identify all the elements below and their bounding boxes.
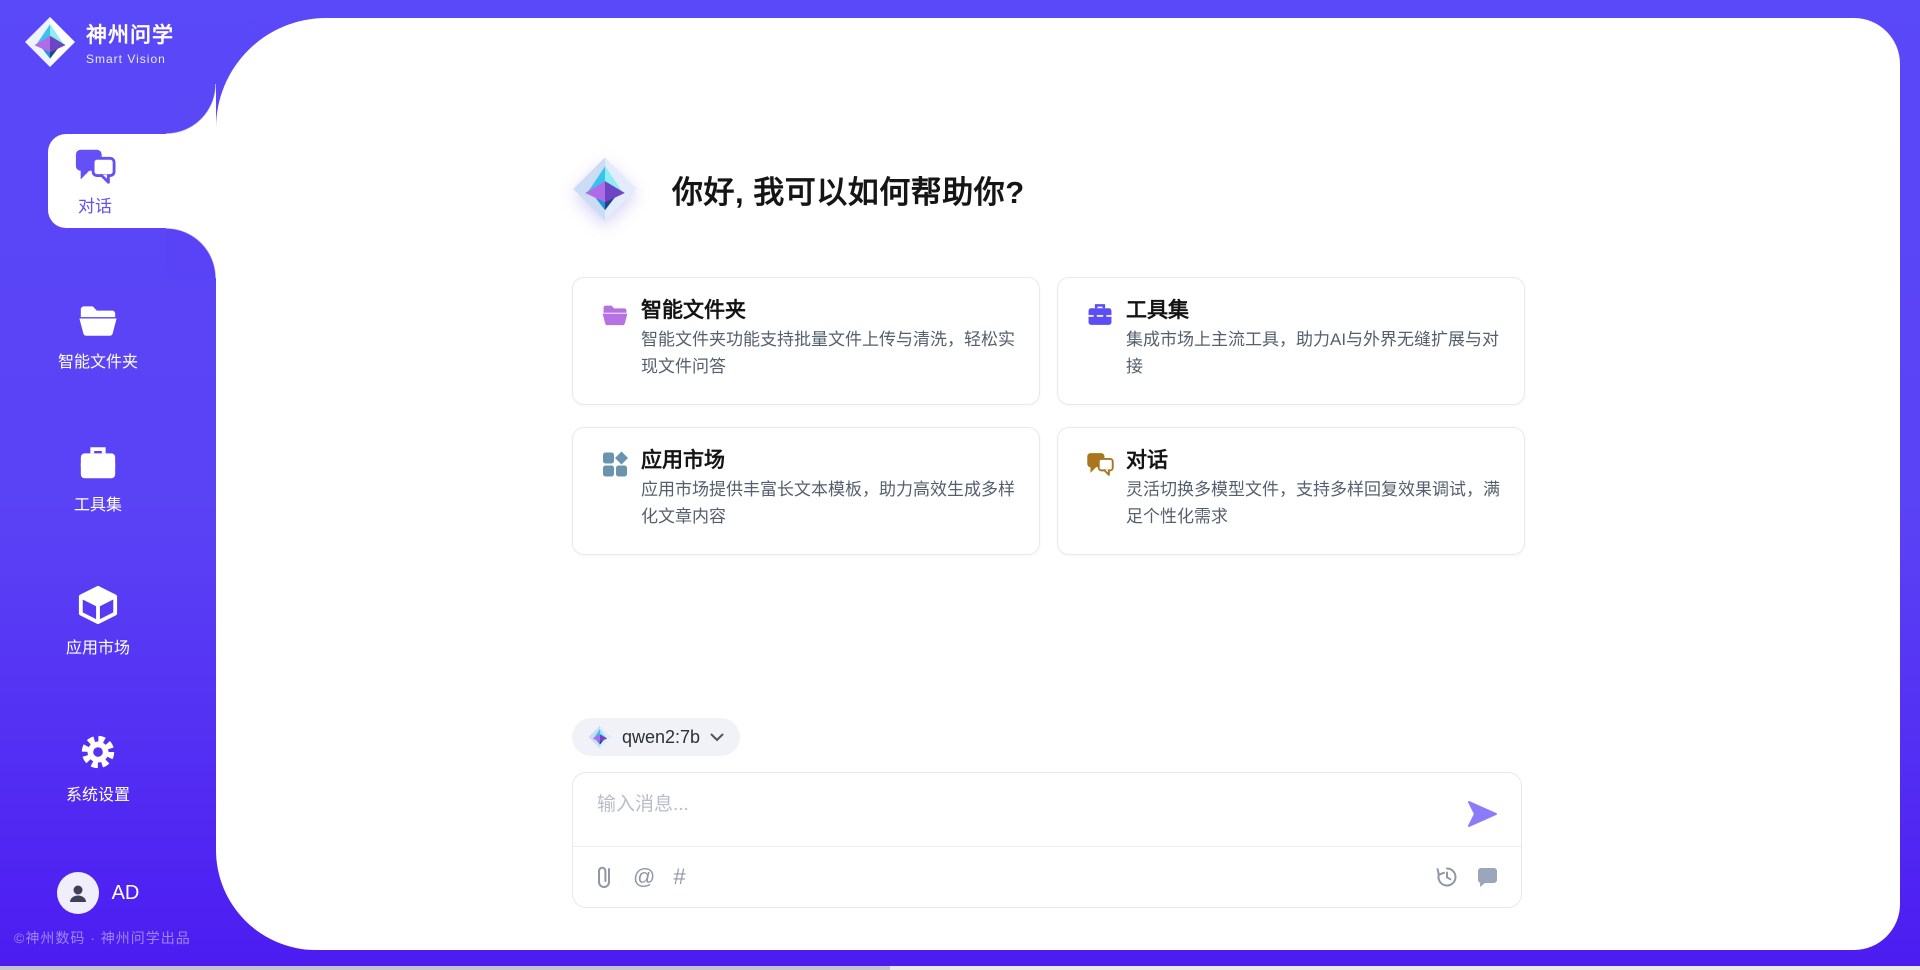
sidebar-item-label: 智能文件夹 bbox=[58, 348, 138, 372]
mention-icon[interactable]: @ bbox=[633, 866, 655, 888]
model-name: qwen2:7b bbox=[622, 727, 700, 748]
brand-gem-icon bbox=[24, 16, 76, 68]
chat-icon bbox=[1086, 450, 1114, 478]
gem-mini-icon bbox=[588, 725, 612, 749]
feature-cards: 智能文件夹 智能文件夹功能支持批量文件上传与清洗，轻松实现文件问答 工具集 集成… bbox=[572, 277, 1525, 555]
sidebar-item-label: 工具集 bbox=[74, 491, 122, 515]
card-description: 集成市场上主流工具，助力AI与外界无缝扩展与对接 bbox=[1126, 326, 1508, 380]
composer-toolbar: @ # bbox=[595, 847, 1499, 907]
horizontal-scrollbar[interactable] bbox=[0, 966, 1920, 970]
avatar bbox=[57, 872, 99, 914]
feedback-message-icon[interactable] bbox=[1476, 866, 1499, 888]
user-profile[interactable]: AD bbox=[0, 872, 196, 914]
main-panel: 你好, 我可以如何帮助你? 智能文件夹 智能文件夹功能支持批量文件上传与清洗，轻… bbox=[216, 18, 1900, 950]
settings-icon bbox=[77, 731, 119, 773]
app-market-icon bbox=[77, 584, 119, 626]
sidebar-item-app-market[interactable]: 应用市场 bbox=[0, 584, 196, 658]
attach-file-icon[interactable] bbox=[595, 864, 615, 890]
brand-subtitle: Smart Vision bbox=[86, 52, 174, 66]
sidebar-item-settings[interactable]: 系统设置 bbox=[0, 731, 196, 805]
card-title: 智能文件夹 bbox=[641, 294, 746, 324]
history-icon[interactable] bbox=[1436, 866, 1458, 888]
card-title: 应用市场 bbox=[641, 444, 725, 474]
model-selector[interactable]: qwen2:7b bbox=[572, 718, 740, 756]
toolbox-icon bbox=[77, 441, 119, 483]
card-toolset[interactable]: 工具集 集成市场上主流工具，助力AI与外界无缝扩展与对接 bbox=[1057, 277, 1525, 405]
card-description: 灵活切换多模型文件，支持多样回复效果调试，满足个性化需求 bbox=[1126, 476, 1508, 530]
greeting-text: 你好, 我可以如何帮助你? bbox=[672, 167, 1025, 212]
sidebar: 神州问学 Smart Vision 智能文件夹 工具集 应用市场 系统设置 AD… bbox=[0, 0, 216, 970]
sidebar-item-smart-folder[interactable]: 智能文件夹 bbox=[0, 298, 196, 372]
folder-icon bbox=[601, 300, 629, 328]
toolbox-icon bbox=[1086, 300, 1114, 328]
person-icon bbox=[66, 881, 90, 905]
scrollbar-thumb[interactable] bbox=[0, 966, 890, 970]
card-app-market[interactable]: 应用市场 应用市场提供丰富长文本模板，助力高效生成多样化文章内容 bbox=[572, 427, 1040, 555]
send-icon[interactable] bbox=[1465, 797, 1499, 831]
card-title: 对话 bbox=[1126, 444, 1168, 474]
message-input[interactable] bbox=[597, 789, 1437, 837]
topic-icon[interactable]: # bbox=[673, 866, 685, 888]
app-market-icon bbox=[601, 450, 629, 478]
brand-name: 神州问学 bbox=[86, 19, 174, 49]
sidebar-footer: ©神州数码 · 神州问学出品 bbox=[14, 928, 191, 948]
greeting: 你好, 我可以如何帮助你? bbox=[572, 156, 1025, 222]
gem-logo-icon bbox=[572, 156, 638, 222]
sidebar-item-label: 应用市场 bbox=[66, 634, 130, 658]
message-composer: @ # bbox=[572, 772, 1522, 908]
chevron-down-icon bbox=[710, 733, 724, 742]
folder-icon bbox=[77, 298, 119, 340]
sidebar-item-label: 系统设置 bbox=[66, 781, 130, 805]
card-description: 智能文件夹功能支持批量文件上传与清洗，轻松实现文件问答 bbox=[641, 326, 1023, 380]
card-chat[interactable]: 对话 灵活切换多模型文件，支持多样回复效果调试，满足个性化需求 bbox=[1057, 427, 1525, 555]
sidebar-item-toolset[interactable]: 工具集 bbox=[0, 441, 196, 515]
brand-logo: 神州问学 Smart Vision bbox=[24, 16, 174, 68]
card-description: 应用市场提供丰富长文本模板，助力高效生成多样化文章内容 bbox=[641, 476, 1023, 530]
card-title: 工具集 bbox=[1126, 294, 1189, 324]
user-initials: AD bbox=[112, 882, 140, 905]
card-smart-folder[interactable]: 智能文件夹 智能文件夹功能支持批量文件上传与清洗，轻松实现文件问答 bbox=[572, 277, 1040, 405]
